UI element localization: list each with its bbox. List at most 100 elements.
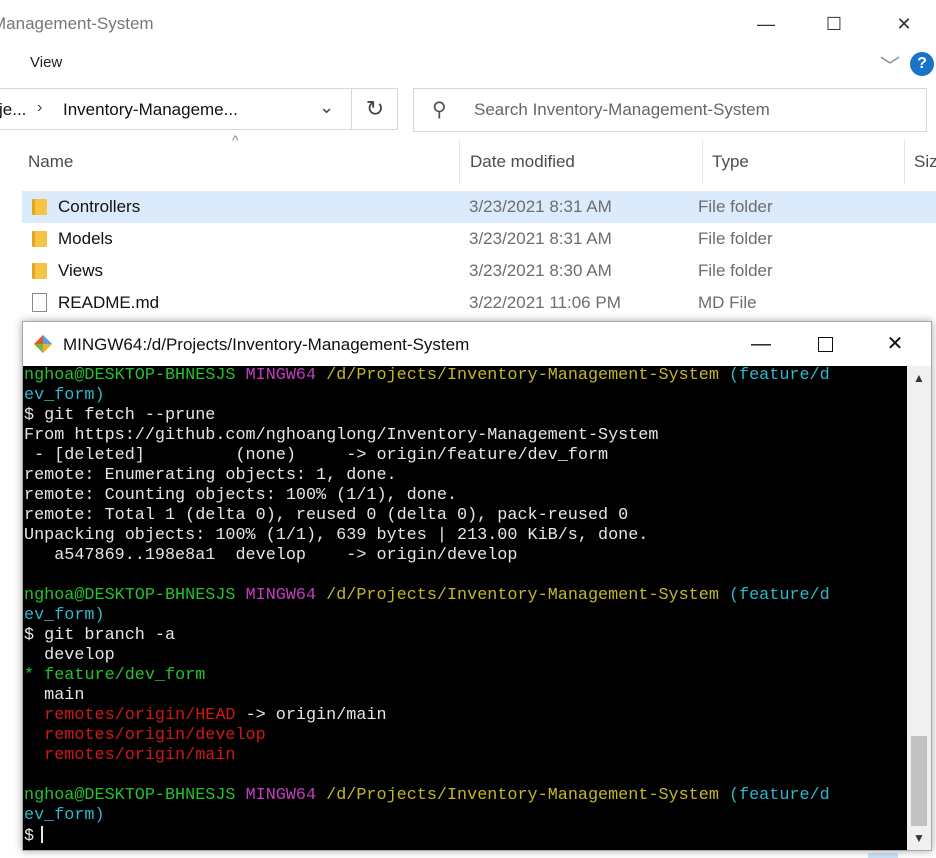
remote-head-target: -> origin/main xyxy=(235,706,387,725)
prompt-user-host: nghoa@DESKTOP-BHNESJS xyxy=(24,786,236,805)
output-line: remote: Enumerating objects: 1, done. xyxy=(24,466,397,485)
maximize-button[interactable]: ☐ xyxy=(814,8,854,40)
text-cursor xyxy=(41,826,44,843)
file-name: README.md xyxy=(58,293,160,312)
file-row-views[interactable]: Views 3/23/2021 8:30 AM File folder xyxy=(22,255,936,287)
column-header-name[interactable]: Name xyxy=(28,140,73,184)
command-line: $ git fetch --prune xyxy=(24,406,216,425)
minimize-button[interactable]: — xyxy=(746,8,786,40)
prompt-user-host: nghoa@DESKTOP-BHNESJS xyxy=(24,586,236,605)
remote-develop-name: remotes/origin/develop xyxy=(44,726,266,745)
prompt-path: /d/Projects/Inventory-Management-System xyxy=(326,586,719,605)
current-branch-marker: * xyxy=(24,666,45,685)
prompt-symbol: $ xyxy=(24,827,35,846)
file-name: Views xyxy=(58,261,104,280)
prompt-branch-wrap: ev_form) xyxy=(24,386,105,405)
prompt-user-host: nghoa@DESKTOP-BHNESJS xyxy=(24,366,236,385)
refresh-button[interactable]: ↻ xyxy=(351,89,398,129)
terminal-maximize-button[interactable] xyxy=(801,328,849,360)
prompt-branch: (feature/d xyxy=(728,366,830,385)
branch-current: * feature/dev_form xyxy=(24,666,205,686)
file-type: MD File xyxy=(698,293,757,312)
maximize-icon xyxy=(817,337,833,353)
prompt-line: nghoa@DESKTOP-BHNESJS MINGW64 /d/Project… xyxy=(24,366,830,386)
branch-remote-head: remotes/origin/HEAD -> origin/main xyxy=(24,706,387,726)
file-type: File folder xyxy=(698,229,773,248)
close-button[interactable]: ✕ xyxy=(884,8,924,40)
terminal-title: MINGW64:/d/Projects/Inventory-Management… xyxy=(63,335,470,354)
terminal-titlebar[interactable]: MINGW64:/d/Projects/Inventory-Management… xyxy=(23,322,931,366)
file-icon xyxy=(32,293,47,312)
ribbon-expand-chevron-icon[interactable]: ﹀ xyxy=(880,50,900,79)
prompt-shell: MINGW64 xyxy=(245,366,317,385)
prompt-shell: MINGW64 xyxy=(245,586,317,605)
output-line: remote: Total 1 (delta 0), reused 0 (del… xyxy=(24,506,629,525)
search-box[interactable]: ⚲ xyxy=(413,88,927,132)
file-date: 3/23/2021 8:31 AM xyxy=(469,229,612,248)
search-input[interactable] xyxy=(472,99,916,121)
terminal-minimize-button[interactable]: — xyxy=(737,328,785,360)
output-line: remote: Counting objects: 100% (1/1), do… xyxy=(24,486,458,505)
prompt-branch-wrap: ev_form) xyxy=(24,806,105,825)
address-dropdown-icon[interactable]: ⌄ xyxy=(319,97,334,118)
folder-icon xyxy=(32,231,47,247)
status-bar-view-toggle[interactable] xyxy=(868,853,898,858)
file-type: File folder xyxy=(698,261,773,280)
explorer-title: Management-System xyxy=(0,14,154,33)
branch-remote-develop: remotes/origin/develop xyxy=(24,726,266,746)
prompt-branch: (feature/d xyxy=(728,786,830,805)
prompt-line: nghoa@DESKTOP-BHNESJS MINGW64 /d/Project… xyxy=(24,586,830,606)
folder-icon xyxy=(32,263,47,279)
breadcrumb-chevron-icon[interactable]: › xyxy=(37,99,42,117)
scroll-down-arrow-icon[interactable]: ▼ xyxy=(907,826,931,850)
terminal-close-button[interactable]: ✕ xyxy=(871,328,919,360)
output-line: Unpacking objects: 100% (1/1), 639 bytes… xyxy=(24,526,649,545)
prompt-path: /d/Projects/Inventory-Management-System xyxy=(326,786,719,805)
column-divider[interactable] xyxy=(702,140,703,184)
current-branch-name: feature/dev_form xyxy=(44,666,206,685)
file-date: 3/22/2021 11:06 PM xyxy=(469,293,621,312)
command-line: $ git branch -a xyxy=(24,626,176,645)
scroll-up-arrow-icon[interactable]: ▲ xyxy=(907,366,931,390)
search-icon: ⚲ xyxy=(432,99,447,121)
address-bar[interactable]: je... › Inventory-Manageme... ⌄ ↻ xyxy=(0,88,398,130)
terminal-window[interactable]: MINGW64:/d/Projects/Inventory-Management… xyxy=(22,321,932,851)
scrollbar-thumb[interactable] xyxy=(911,736,927,826)
prompt-line: nghoa@DESKTOP-BHNESJS MINGW64 /d/Project… xyxy=(24,786,830,806)
refresh-icon: ↻ xyxy=(365,96,385,121)
folder-icon xyxy=(32,199,47,215)
input-line[interactable]: $ xyxy=(24,826,44,846)
terminal-output[interactable]: nghoa@DESKTOP-BHNESJS MINGW64 /d/Project… xyxy=(23,366,907,850)
prompt-branch-wrap: ev_form) xyxy=(24,606,105,625)
output-line: a547869..198e8a1 develop -> origin/devel… xyxy=(24,546,518,565)
remote-main-name: remotes/origin/main xyxy=(44,746,236,765)
breadcrumb-parent[interactable]: je... xyxy=(0,100,26,120)
branch-main: main xyxy=(24,686,85,705)
output-line: - [deleted] (none) -> origin/feature/dev… xyxy=(24,446,609,465)
file-name: Controllers xyxy=(58,197,141,216)
sort-ascending-icon: ^ xyxy=(232,132,239,148)
column-divider[interactable] xyxy=(459,140,460,184)
help-icon[interactable]: ? xyxy=(910,52,934,76)
ribbon-tab-view[interactable]: View xyxy=(30,54,62,71)
file-row-models[interactable]: Models 3/23/2021 8:31 AM File folder xyxy=(22,223,936,255)
output-line: From https://github.com/nghoanglong/Inve… xyxy=(24,426,659,445)
remote-head-name: remotes/origin/HEAD xyxy=(44,706,236,725)
prompt-shell: MINGW64 xyxy=(245,786,317,805)
file-date: 3/23/2021 8:31 AM xyxy=(469,197,612,216)
breadcrumb-current[interactable]: Inventory-Manageme... xyxy=(63,100,238,120)
column-header-size[interactable]: Siz xyxy=(914,140,936,184)
file-row-readme[interactable]: README.md 3/22/2021 11:06 PM MD File xyxy=(22,287,936,319)
file-date: 3/23/2021 8:30 AM xyxy=(469,261,612,280)
column-divider[interactable] xyxy=(904,140,905,184)
column-header-date-modified[interactable]: Date modified xyxy=(470,140,575,184)
branch-develop: develop xyxy=(24,646,115,665)
ribbon: View ﹀ xyxy=(0,48,936,80)
branch-remote-main: remotes/origin/main xyxy=(24,746,236,766)
git-bash-icon xyxy=(34,335,52,353)
prompt-branch: (feature/d xyxy=(728,586,830,605)
column-header-type[interactable]: Type xyxy=(712,140,749,184)
prompt-path: /d/Projects/Inventory-Management-System xyxy=(326,366,719,385)
file-row-controllers[interactable]: Controllers 3/23/2021 8:31 AM File folde… xyxy=(22,191,936,223)
terminal-scrollbar[interactable]: ▲ ▼ xyxy=(907,366,931,850)
